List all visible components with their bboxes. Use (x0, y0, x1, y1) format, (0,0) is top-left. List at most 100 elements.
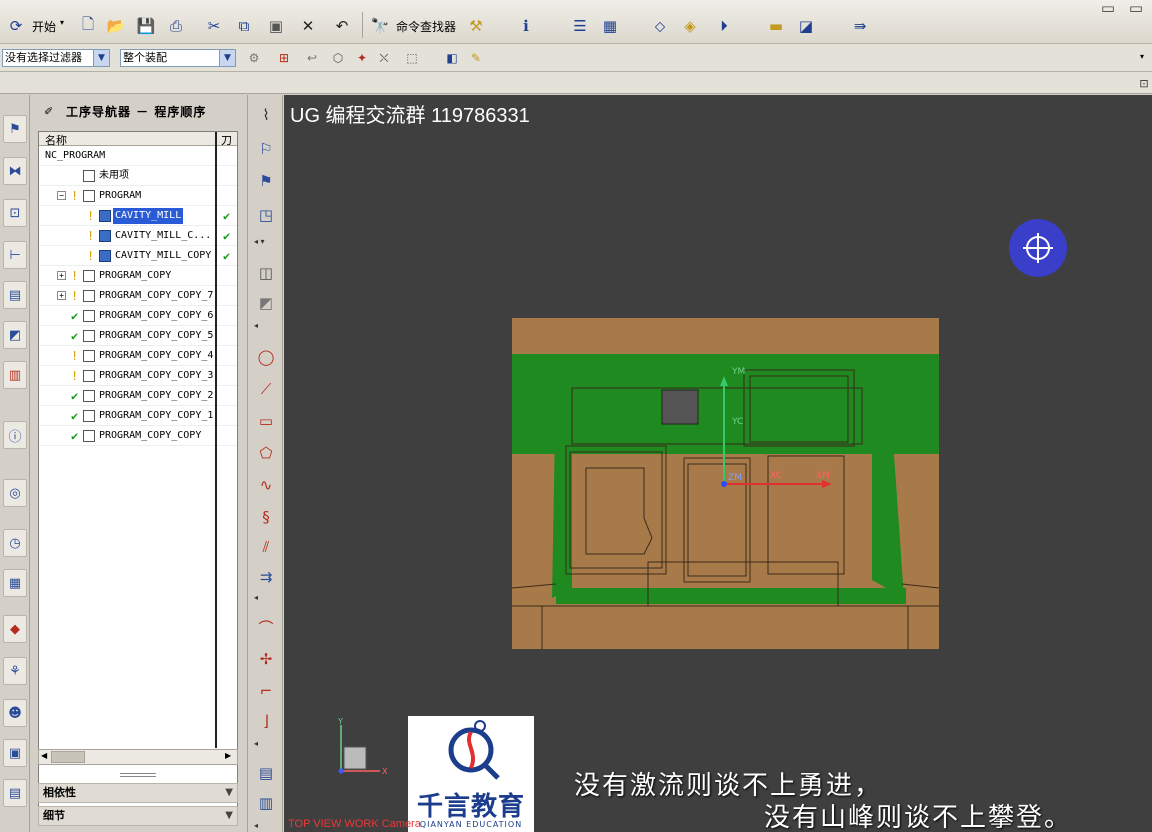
tree-row[interactable]: ! PROGRAM_COPY_COPY_3 (39, 366, 237, 386)
history-clock-icon[interactable]: ◷ (3, 529, 27, 557)
shading-icon[interactable]: ◪ (794, 14, 818, 38)
face-icon[interactable]: ⛌ (372, 46, 396, 70)
maximize-viewport-icon[interactable]: ⊡ (1132, 71, 1152, 95)
sequence-icon[interactable]: ⌇ (253, 103, 279, 127)
process-studio-icon[interactable]: ▦ (3, 569, 27, 597)
copy-icon[interactable]: ⧉ (232, 14, 256, 38)
create-program-icon[interactable]: ⚐ (253, 137, 279, 161)
snap-icon[interactable]: ⚙ (242, 46, 266, 70)
ruler-icon[interactable]: ▬ (764, 14, 788, 38)
arrow-icon[interactable]: ↩ (300, 46, 324, 70)
tree-row[interactable]: ! CAVITY_MILL_C... ✔ (39, 226, 237, 246)
layer-icon[interactable]: ☰ (568, 14, 592, 38)
tree-row[interactable]: +! PROGRAM_COPY (39, 266, 237, 286)
measure-icon[interactable]: ⬦ (648, 14, 672, 38)
create-tool-icon[interactable]: ⚑ (253, 169, 279, 193)
tree-row[interactable]: ✔ PROGRAM_COPY_COPY_1 (39, 406, 237, 426)
info-icon[interactable]: ℹ (514, 14, 538, 38)
expand-icon[interactable]: + (57, 271, 66, 280)
select-type-icon[interactable]: ⊞ (272, 46, 296, 70)
part-navigator-icon[interactable]: ⊢ (3, 241, 27, 269)
tree-row[interactable]: ✔ PROGRAM_COPY_COPY (39, 426, 237, 446)
reuse-library-icon[interactable]: ◩ (3, 321, 27, 349)
body-icon[interactable]: ⬡ (326, 46, 350, 70)
more-icon[interactable]: ◂ (254, 593, 258, 602)
navigator-tree[interactable]: 名称 刀 NC_PROGRAM 未用项 −! PROGRAM! CAVITY_MILL ✔… (38, 131, 238, 815)
minimize-icon[interactable]: ▭ (1096, 0, 1120, 20)
table-icon[interactable]: ▤ (253, 761, 279, 785)
system-scenes-icon[interactable]: ▣ (3, 739, 27, 767)
graphics-icon[interactable]: ◆ (3, 615, 27, 643)
restore-icon[interactable]: ▭ (1124, 0, 1148, 20)
open-folder-icon[interactable]: 📂 (104, 14, 128, 38)
horizontal-scrollbar[interactable]: ◀ ▶ (38, 749, 238, 765)
tree-row[interactable]: ✔ PROGRAM_COPY_COPY_5 (39, 326, 237, 346)
tree-row[interactable]: ! CAVITY_MILL ✔ (39, 206, 237, 226)
roles-icon[interactable]: ⚘ (3, 657, 27, 685)
transform-icon[interactable]: ⇛ (848, 14, 872, 38)
grid-icon[interactable]: ▦ (598, 14, 622, 38)
scroll-left-icon[interactable]: ◀ (41, 751, 47, 760)
dependencies-section[interactable]: 相依性 ▼ (38, 783, 238, 803)
scroll-right-icon[interactable]: ▶ (225, 751, 231, 760)
history-icon[interactable]: ▤ (3, 281, 27, 309)
play-icon[interactable]: ⏵ (712, 14, 736, 38)
analysis-icon[interactable]: ◈ (678, 14, 702, 38)
line-icon[interactable]: ⟋ (253, 377, 279, 401)
offset-curve-icon[interactable]: ⫽ (253, 535, 279, 559)
divide-curve-icon[interactable]: ✢ (253, 647, 279, 671)
system-materials-icon[interactable]: ☻ (3, 699, 27, 727)
report-icon[interactable]: ▥ (253, 791, 279, 815)
more-icon[interactable]: ◂ (254, 821, 258, 830)
new-file-icon[interactable]: 🗋 (76, 14, 100, 38)
save-icon[interactable]: 💾 (134, 14, 158, 38)
polygon-icon[interactable]: ⬠ (253, 441, 279, 465)
tree-row[interactable]: −! PROGRAM (39, 186, 237, 206)
spline-icon[interactable]: ∿ (253, 473, 279, 497)
splitter-handle[interactable] (120, 773, 156, 777)
selection-filter-select[interactable]: 没有选择过滤器 ▼ (2, 49, 110, 67)
library-icon[interactable]: ▥ (3, 361, 27, 389)
column-divider[interactable] (215, 132, 217, 748)
scrollbar-thumb[interactable] (51, 751, 85, 763)
fillet-curve-icon[interactable]: ⌐ (253, 679, 279, 703)
web-browser-icon[interactable]: ⓘ (3, 421, 27, 449)
more-icon[interactable]: ◂ (254, 321, 258, 330)
stretch-curve-icon[interactable]: ⌋ (253, 709, 279, 733)
command-finder-label[interactable]: 命令查找器 (396, 18, 456, 35)
paste-icon[interactable]: ▣ (264, 14, 288, 38)
more-icon[interactable]: ◂ ▾ (254, 237, 265, 246)
helix-icon[interactable]: § (253, 505, 279, 529)
command-finder-icon[interactable]: 🔭 (368, 14, 392, 38)
create-method-icon[interactable]: ◫ (253, 261, 279, 285)
tool-group-icon[interactable]: ⚒ (464, 14, 488, 38)
tree-row[interactable]: ✔ PROGRAM_COPY_COPY_2 (39, 386, 237, 406)
operation-navigator-icon[interactable]: ⚑ (3, 115, 27, 143)
manufacturing-wizard-icon[interactable]: ▤ (3, 779, 27, 807)
start-icon[interactable]: ⟳ (4, 14, 28, 38)
undo-icon[interactable]: ↶ (330, 14, 354, 38)
feature-icon[interactable]: ✦ (350, 46, 374, 70)
assembly-scope-select[interactable]: 整个装配 ▼ (120, 49, 236, 67)
tree-row[interactable]: 未用项 (39, 166, 237, 186)
component-icon[interactable]: ◧ (440, 46, 464, 70)
graphics-viewport[interactable]: UG 编程交流群 119786331 YM YC ZM XC XM Y X 千言… (284, 95, 1152, 832)
circle-curve-icon[interactable]: ◯ (253, 345, 279, 369)
start-menu-label[interactable]: 开始 (32, 18, 56, 35)
edit-icon[interactable]: ✎ (464, 46, 488, 70)
tree-row[interactable]: ! PROGRAM_COPY_COPY_4 (39, 346, 237, 366)
part-model[interactable]: YM YC ZM XC XM (512, 318, 940, 650)
delete-icon[interactable]: ✕ (296, 14, 320, 38)
toolbar-overflow-icon[interactable]: ▾ (1140, 52, 1144, 61)
expand-icon[interactable]: + (57, 291, 66, 300)
trim-curve-icon[interactable]: ⌒ (253, 615, 279, 639)
box-select-icon[interactable]: ⬚ (400, 46, 424, 70)
chevron-down-icon[interactable]: ▼ (219, 50, 235, 66)
tree-row[interactable]: +! PROGRAM_COPY_COPY_7 (39, 286, 237, 306)
rectangle-icon[interactable]: ▭ (253, 409, 279, 433)
print-icon[interactable]: ⎙ (164, 14, 188, 38)
project-curve-icon[interactable]: ⇉ (253, 565, 279, 589)
more-icon[interactable]: ◂ (254, 739, 258, 748)
create-operation-icon[interactable]: ◩ (253, 291, 279, 315)
machine-tool-icon[interactable]: ⧓ (3, 157, 27, 185)
